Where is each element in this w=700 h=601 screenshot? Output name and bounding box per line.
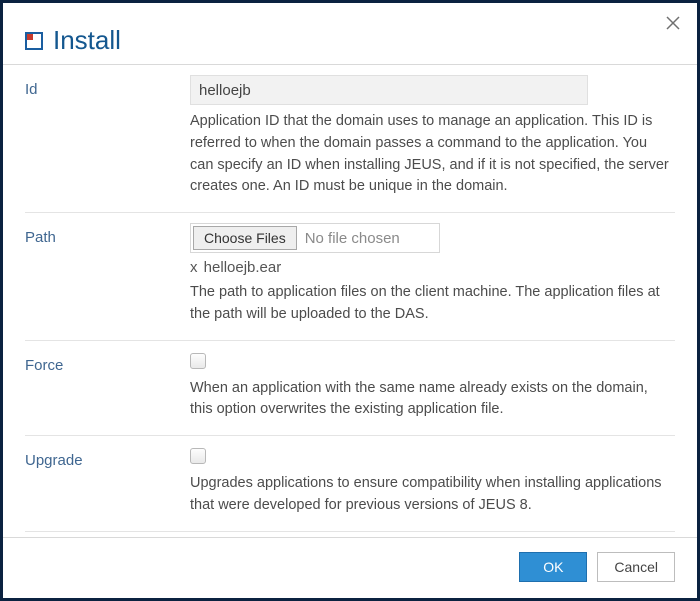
choose-files-button[interactable]: Choose Files [193,226,297,250]
selected-file-name: helloejb.ear [204,259,282,276]
dialog-title: Install [53,25,121,56]
field-label-path: Path [25,223,190,326]
field-col-force: When an application with the same name a… [190,351,675,422]
field-row-id: Id Application ID that the domain uses t… [25,65,675,213]
remove-file-icon[interactable]: x [190,259,198,276]
path-help-text: The path to application files on the cli… [190,282,671,326]
id-input[interactable] [190,75,588,105]
field-row-path: Path Choose Files No file chosen x hello… [25,213,675,341]
force-help-text: When an application with the same name a… [190,378,671,422]
field-col-path: Choose Files No file chosen x helloejb.e… [190,223,675,326]
field-label-force: Force [25,351,190,422]
dialog-footer: OK Cancel [3,537,697,598]
close-button[interactable] [659,9,687,37]
field-row-force: Force When an application with the same … [25,341,675,437]
field-col-id: Application ID that the domain uses to m… [190,75,675,198]
field-col-upgrade: Upgrades applications to ensure compatib… [190,446,675,517]
form-area: Id Application ID that the domain uses t… [3,65,697,537]
id-help-text: Application ID that the domain uses to m… [190,111,671,198]
ok-button[interactable]: OK [519,552,587,582]
dialog-header: Install [3,3,697,65]
field-label-upgrade: Upgrade [25,446,190,517]
app-icon [25,32,43,50]
field-row-upgrade: Upgrade Upgrades applications to ensure … [25,436,675,532]
field-label-id: Id [25,75,190,198]
cancel-button[interactable]: Cancel [597,552,675,582]
force-checkbox[interactable] [190,353,206,369]
upgrade-checkbox[interactable] [190,448,206,464]
install-dialog: Install Id Application ID that the domai… [0,0,700,601]
file-status-text: No file chosen [299,224,406,252]
close-icon [665,15,681,31]
upgrade-help-text: Upgrades applications to ensure compatib… [190,473,671,517]
file-picker: Choose Files No file chosen [190,223,440,253]
selected-file: x helloejb.ear [190,259,671,276]
